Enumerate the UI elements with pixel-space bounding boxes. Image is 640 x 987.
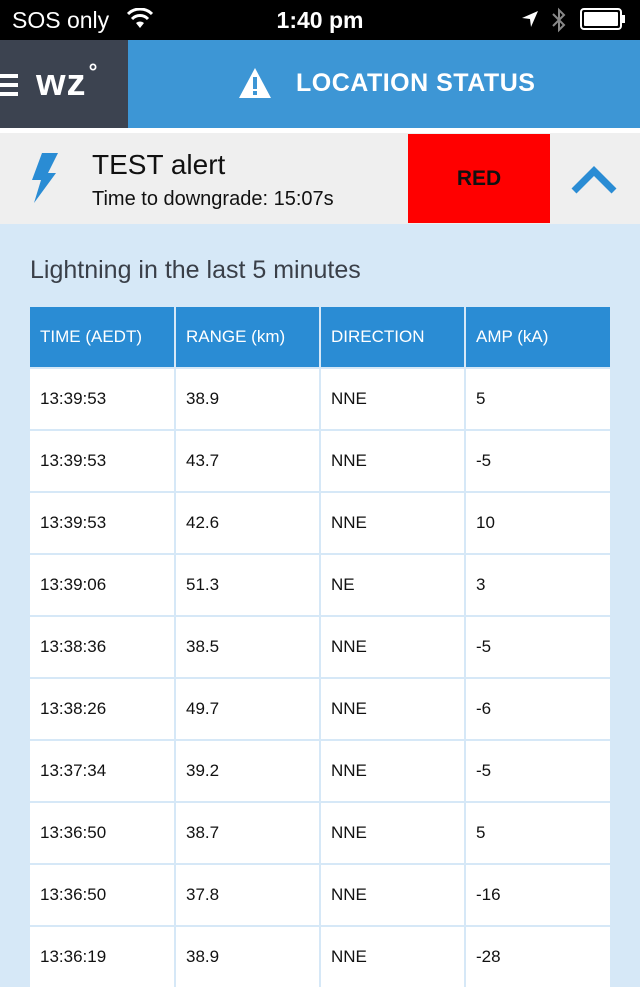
cell-amp: -5 — [465, 739, 610, 802]
table-row: 13:37:34 39.2 NNE -5 — [30, 739, 610, 802]
cell-time: 13:36:50 — [30, 863, 176, 926]
table-row: 13:36:50 38.7 NNE 5 — [30, 801, 610, 864]
page-title: LOCATION STATUS — [296, 69, 536, 97]
collapse-chevron-up-icon[interactable] — [570, 161, 618, 197]
cell-time: 13:36:50 — [30, 801, 176, 864]
section-title: Lightning in the last 5 minutes — [30, 256, 361, 284]
lightning-bolt-icon — [30, 153, 60, 208]
app-logo-area[interactable]: wz° — [0, 40, 128, 128]
alert-panel: TEST alert Time to downgrade: 15:07s RED — [0, 133, 640, 224]
cell-time: 13:38:36 — [30, 615, 176, 678]
cell-time: 13:38:26 — [30, 677, 176, 740]
cell-direction: NNE — [320, 615, 466, 678]
status-bar: SOS only 1:40 pm — [0, 0, 640, 40]
cell-amp: -6 — [465, 677, 610, 740]
cell-direction: NNE — [320, 863, 466, 926]
cell-range: 38.7 — [175, 801, 321, 864]
status-time: 1:40 pm — [276, 7, 364, 33]
column-header-amp: AMP (kA) — [465, 307, 610, 368]
column-header-range: RANGE (km) — [175, 307, 321, 368]
alert-name: TEST alert — [92, 149, 226, 180]
cell-amp: -28 — [465, 925, 610, 987]
cell-time: 13:36:19 — [30, 925, 176, 987]
cell-range: 43.7 — [175, 429, 321, 492]
cell-range: 42.6 — [175, 491, 321, 554]
cell-range: 49.7 — [175, 677, 321, 740]
table-row: 13:36:50 37.8 NNE -16 — [30, 863, 610, 926]
cell-direction: NNE — [320, 925, 466, 987]
table-row: 13:38:36 38.5 NNE -5 — [30, 615, 610, 678]
cell-time: 13:39:53 — [30, 429, 176, 492]
table-row: 13:39:53 42.6 NNE 10 — [30, 491, 610, 554]
cell-range: 51.3 — [175, 553, 321, 616]
hamburger-menu-icon[interactable] — [0, 74, 18, 96]
cell-range: 37.8 — [175, 863, 321, 926]
cell-amp: -5 — [465, 615, 610, 678]
cell-amp: -5 — [465, 429, 610, 492]
cell-amp: 10 — [465, 491, 610, 554]
column-header-direction: DIRECTION — [320, 307, 466, 368]
cell-amp: -16 — [465, 863, 610, 926]
cell-time: 13:39:06 — [30, 553, 176, 616]
column-header-time: TIME (AEDT) — [30, 307, 176, 368]
table-row: 13:38:26 49.7 NNE -6 — [30, 677, 610, 740]
table-row: 13:36:19 38.9 NNE -28 — [30, 925, 610, 987]
bluetooth-icon — [551, 7, 567, 38]
alert-level-badge: RED — [408, 134, 550, 223]
location-arrow-icon — [520, 9, 540, 34]
cell-direction: NNE — [320, 429, 466, 492]
cell-direction: NNE — [320, 801, 466, 864]
cell-range: 38.9 — [175, 367, 321, 430]
lightning-table: TIME (AEDT) RANGE (km) DIRECTION AMP (kA… — [30, 307, 610, 987]
cell-amp: 3 — [465, 553, 610, 616]
cell-direction: NNE — [320, 491, 466, 554]
cell-time: 13:39:53 — [30, 491, 176, 554]
cell-amp: 5 — [465, 367, 610, 430]
table-row: 13:39:06 51.3 NE 3 — [30, 553, 610, 616]
battery-icon — [580, 8, 626, 30]
table-row: 13:39:53 38.9 NNE 5 — [30, 367, 610, 430]
app-logo: wz° — [36, 59, 99, 104]
cell-direction: NNE — [320, 677, 466, 740]
downgrade-timer: Time to downgrade: 15:07s — [92, 188, 334, 210]
title-bar: LOCATION STATUS — [128, 40, 640, 128]
cell-amp: 5 — [465, 801, 610, 864]
cell-range: 39.2 — [175, 739, 321, 802]
cell-time: 13:37:34 — [30, 739, 176, 802]
cell-time: 13:39:53 — [30, 367, 176, 430]
cell-direction: NNE — [320, 367, 466, 430]
warning-icon — [238, 67, 272, 104]
cell-direction: NE — [320, 553, 466, 616]
cell-range: 38.5 — [175, 615, 321, 678]
cell-range: 38.9 — [175, 925, 321, 987]
table-header-row: TIME (AEDT) RANGE (km) DIRECTION AMP (kA… — [30, 307, 610, 368]
cell-direction: NNE — [320, 739, 466, 802]
table-row: 13:39:53 43.7 NNE -5 — [30, 429, 610, 492]
